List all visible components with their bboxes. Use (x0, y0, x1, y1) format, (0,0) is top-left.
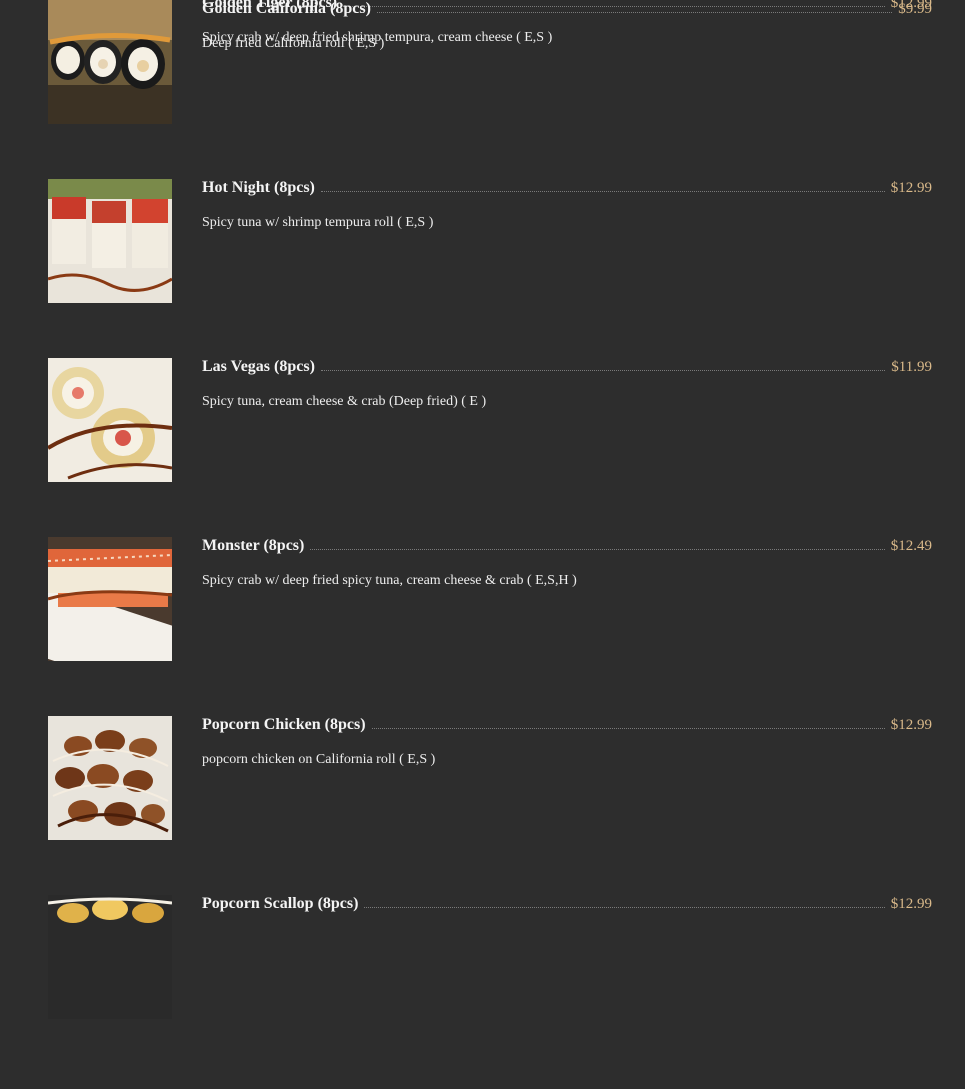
menu-item-popcorn-scallop[interactable]: Popcorn Scallop (8pcs) $12.99 (0, 895, 965, 1074)
dotted-leader (364, 895, 885, 908)
menu-item-header: Golden California (8pcs) $9.99 (202, 0, 932, 18)
menu-item-header: Popcorn Chicken (8pcs) $12.99 (202, 716, 932, 734)
menu-item-monster[interactable]: Monster (8pcs) $12.49 Spicy crab w/ deep… (0, 537, 965, 716)
menu-item-price: $12.99 (890, 180, 932, 196)
menu-item-price: $11.99 (891, 359, 932, 375)
menu-item-las-vegas[interactable]: Las Vegas (8pcs) $11.99 Spicy tuna, crea… (0, 358, 965, 537)
menu-item-description: popcorn chicken on California roll ( E,S… (202, 752, 436, 767)
menu-item-price: $12.99 (890, 717, 932, 733)
menu-item-popcorn-chicken[interactable]: Popcorn Chicken (8pcs) $12.99 popcorn ch… (0, 716, 965, 895)
menu-item-hot-night[interactable]: Hot Night (8pcs) $12.99 Spicy tuna w/ sh… (0, 179, 965, 358)
menu-item-name[interactable]: Monster (8pcs) (202, 537, 304, 555)
menu-item-price: $12.99 (890, 896, 932, 912)
menu-item-golden-california[interactable]: Golden California (8pcs) $9.99 Deep frie… (0, 0, 965, 179)
menu-item-header: Las Vegas (8pcs) $11.99 (202, 358, 932, 376)
menu-item-price: $9.99 (898, 1, 932, 17)
dotted-leader (371, 716, 885, 729)
menu-list: Golden Tiger (8pcs) $12.99 Spicy crab w/… (0, 0, 965, 1074)
menu-item-photo[interactable] (48, 537, 172, 661)
menu-item-header: Hot Night (8pcs) $12.99 (202, 179, 932, 197)
menu-item-name[interactable]: Popcorn Chicken (8pcs) (202, 716, 366, 734)
dotted-leader (376, 0, 893, 13)
menu-item-photo[interactable] (48, 179, 172, 303)
menu-item-header: Popcorn Scallop (8pcs) $12.99 (202, 895, 932, 913)
menu-item-header: Monster (8pcs) $12.49 (202, 537, 932, 555)
menu-item-photo[interactable] (48, 0, 172, 124)
dotted-leader (320, 179, 885, 192)
menu-item-name[interactable]: Las Vegas (8pcs) (202, 358, 315, 376)
menu-item-description: Spicy tuna w/ shrimp tempura roll ( E,S … (202, 215, 434, 230)
menu-item-photo[interactable] (48, 895, 172, 1019)
menu-item-name[interactable]: Hot Night (8pcs) (202, 179, 315, 197)
menu-item-photo[interactable] (48, 358, 172, 482)
menu-item-description: Deep fried California roll ( E,S ) (202, 36, 385, 51)
dotted-leader (310, 537, 885, 550)
dotted-leader (320, 358, 886, 371)
menu-item-price: $12.49 (890, 538, 932, 554)
menu-item-name[interactable]: Golden California (8pcs) (202, 0, 371, 18)
menu-item-name[interactable]: Popcorn Scallop (8pcs) (202, 895, 358, 913)
menu-item-description: Spicy crab w/ deep fried spicy tuna, cre… (202, 573, 577, 588)
menu-item-photo[interactable] (48, 716, 172, 840)
menu-item-description: Spicy tuna, cream cheese & crab (Deep fr… (202, 394, 487, 409)
